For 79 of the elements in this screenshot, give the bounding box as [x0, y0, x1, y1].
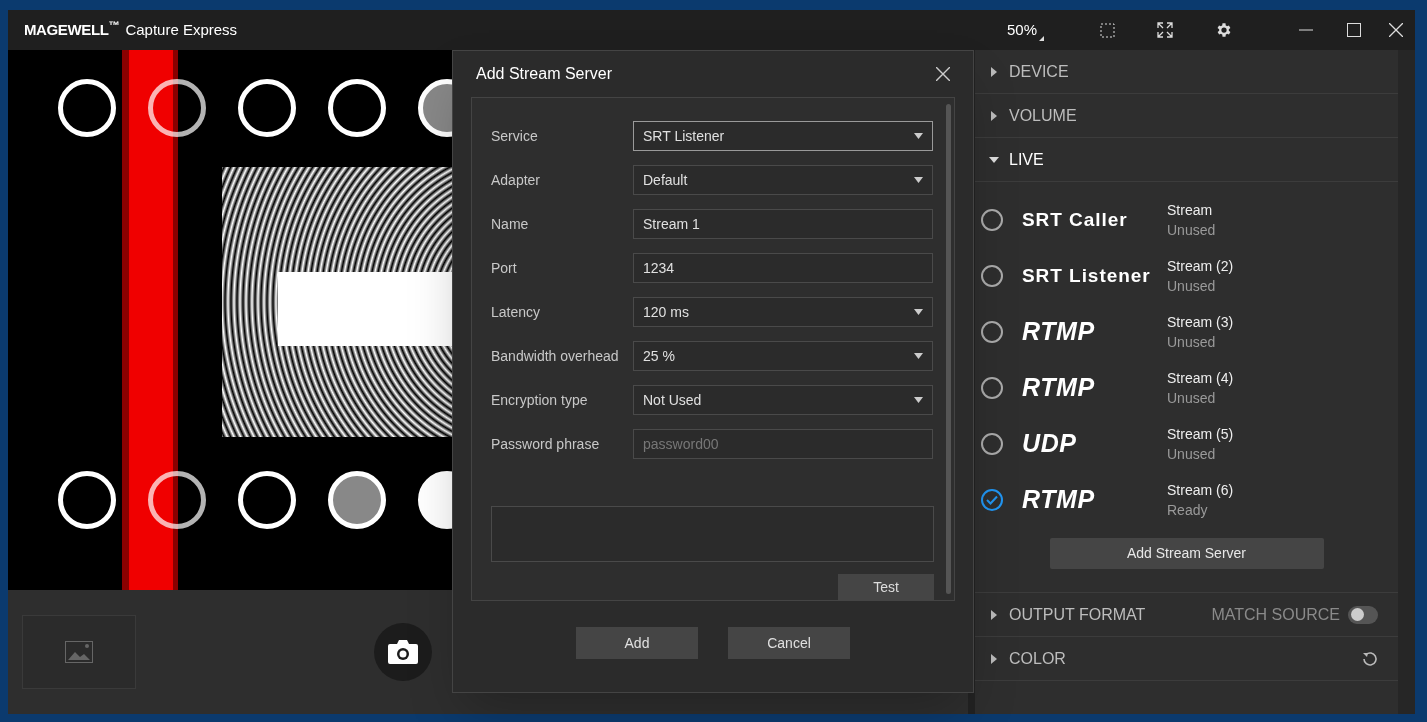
dialog-button[interactable]: Add — [576, 627, 698, 659]
stream-server-item[interactable]: RTMP Stream (3) Unused — [975, 304, 1398, 360]
dropdown[interactable]: Not Used — [633, 385, 933, 415]
maximize-icon[interactable] — [1347, 23, 1361, 37]
reset-icon[interactable] — [1362, 650, 1378, 667]
stream-server-item[interactable]: RTMP Stream (6) Ready — [975, 472, 1398, 528]
input-field[interactable]: 1234 — [633, 253, 933, 283]
stream-name: Stream (3) — [1167, 313, 1234, 332]
field-label: Latency — [491, 302, 542, 322]
logo: MAGEWELL$^{™}$ — [24, 18, 120, 40]
field-label: Service — [491, 126, 539, 146]
camera-icon — [387, 639, 419, 665]
stream-server-item[interactable]: SRT Caller Stream Unused — [975, 192, 1398, 248]
corner-icon — [1039, 36, 1044, 42]
stream-status: Unused — [1167, 389, 1217, 408]
zoom-button[interactable]: 50% — [1006, 18, 1044, 42]
field-label: Encryption type — [491, 390, 589, 410]
caret-down-icon — [914, 397, 923, 403]
caret-down-icon — [914, 309, 923, 315]
protocol-label: UDP — [1022, 428, 1078, 460]
radio-button[interactable] — [981, 209, 1003, 231]
input-field[interactable]: password00 — [633, 429, 933, 459]
field-label: Password phrase — [491, 434, 601, 454]
stream-server-item[interactable]: SRT Listener Stream (2) Unused — [975, 248, 1398, 304]
radio-button[interactable] — [981, 377, 1003, 399]
field-label: Bandwidth overhead — [491, 346, 620, 366]
protocol-label: RTMP — [1022, 372, 1096, 404]
field-label: Name — [491, 214, 530, 234]
scrollbar[interactable] — [945, 104, 951, 594]
stream-status: Unused — [1167, 445, 1217, 464]
window-title: Capture Express — [125, 19, 238, 40]
image-icon — [65, 641, 93, 663]
stream-name: Stream (6) — [1167, 481, 1234, 500]
scrollbar-track[interactable] — [1398, 50, 1415, 714]
dropdown[interactable]: Default — [633, 165, 933, 195]
settings-icon[interactable] — [1215, 21, 1233, 39]
toggle-switch[interactable] — [1348, 605, 1378, 624]
caret-down-icon — [914, 133, 923, 139]
protocol-label: SRT Listener — [1022, 263, 1152, 288]
radio-button[interactable] — [981, 265, 1003, 287]
dialog-button[interactable]: Cancel — [728, 627, 850, 659]
section-header[interactable]: COLOR — [989, 646, 1066, 671]
thumbnail-placeholder[interactable] — [22, 615, 136, 689]
dropdown[interactable]: 120 ms — [633, 297, 933, 327]
radio-button[interactable] — [981, 433, 1003, 455]
section-header[interactable]: LIVE — [989, 147, 1044, 172]
stream-status: Ready — [1167, 501, 1209, 520]
field-label: Adapter — [491, 170, 542, 190]
protocol-label: SRT Caller — [1022, 207, 1129, 232]
add-stream-server-button[interactable]: Add Stream Server — [1049, 538, 1324, 569]
field-label: Port — [491, 258, 518, 278]
dropdown[interactable]: 25 % — [633, 341, 933, 371]
stream-server-item[interactable]: RTMP Stream (4) Unused — [975, 360, 1398, 416]
radio-button[interactable] — [981, 489, 1003, 511]
radio-button[interactable] — [981, 321, 1003, 343]
caret-down-icon — [914, 353, 923, 359]
stream-name: Stream (5) — [1167, 425, 1234, 444]
protocol-label: RTMP — [1022, 484, 1096, 516]
protocol-label: RTMP — [1022, 316, 1096, 348]
section-header[interactable]: OUTPUT FORMAT — [989, 602, 1146, 627]
caret-down-icon — [914, 177, 923, 183]
selection-icon[interactable] — [1100, 22, 1115, 38]
stream-name: Stream — [1167, 201, 1214, 220]
stream-status: Unused — [1167, 221, 1216, 240]
close-icon[interactable] — [1389, 23, 1403, 37]
stream-status: Unused — [1167, 277, 1217, 296]
input-field[interactable]: Stream 1 — [633, 209, 933, 239]
dropdown[interactable]: SRT Listener — [633, 121, 933, 151]
stream-status: Unused — [1167, 333, 1217, 352]
test-button[interactable]: Test — [838, 574, 934, 600]
stream-name: Stream (2) — [1167, 257, 1234, 276]
close-icon[interactable] — [936, 67, 950, 81]
dialog-title: Add Stream Server — [476, 64, 614, 84]
section-header[interactable]: VOLUME — [989, 103, 1077, 128]
stream-server-item[interactable]: UDP Stream (5) Unused — [975, 416, 1398, 472]
section-header[interactable]: DEVICE — [989, 59, 1069, 84]
fullscreen-icon[interactable] — [1157, 22, 1173, 38]
stream-name: Stream (4) — [1167, 369, 1234, 388]
toggle-label: MATCH SOURCE — [1211, 604, 1340, 625]
